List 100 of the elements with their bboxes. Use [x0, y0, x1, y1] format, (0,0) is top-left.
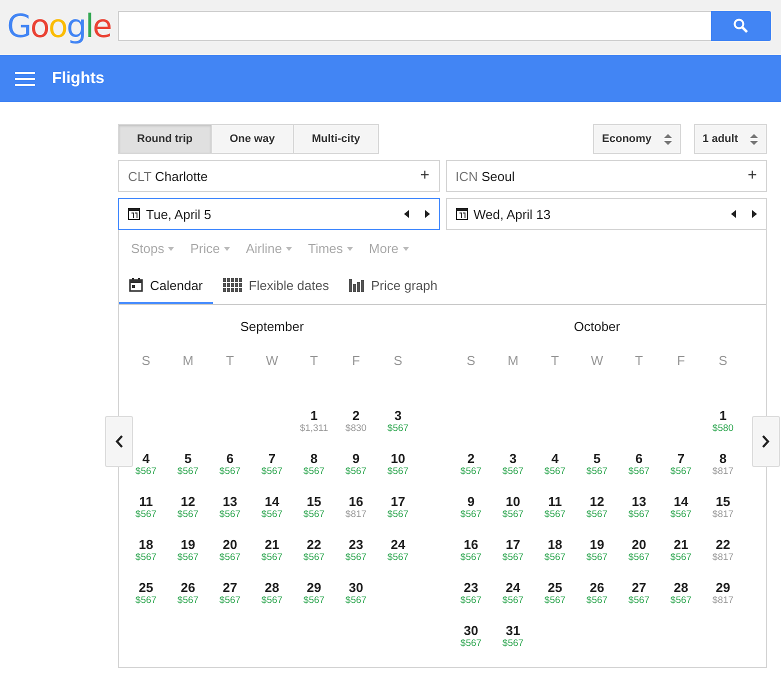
day-number[interactable]: 9 — [467, 494, 475, 509]
day-number[interactable]: 1 — [719, 408, 727, 423]
day-price: $817 — [712, 509, 734, 521]
day-number[interactable]: 6 — [226, 451, 234, 466]
day-number[interactable]: 17 — [506, 537, 520, 552]
previous-date-icon[interactable] — [731, 210, 737, 218]
day-number[interactable]: 3 — [394, 408, 402, 423]
day-number[interactable]: 14 — [264, 494, 280, 509]
day-number[interactable]: 15 — [306, 494, 322, 509]
day-number[interactable]: 2 — [352, 408, 360, 423]
dropdown[interactable]: 1 adult — [694, 124, 767, 154]
day-number[interactable]: 6 — [635, 451, 643, 466]
day-number[interactable]: 25 — [548, 580, 562, 595]
menu-icon[interactable] — [15, 72, 35, 86]
day-number[interactable]: 29 — [306, 580, 322, 595]
day-number[interactable]: 29 — [716, 580, 730, 595]
day-number[interactable]: 1 — [310, 408, 318, 423]
day-price: $567 — [177, 595, 199, 607]
day-number[interactable]: 14 — [674, 494, 688, 509]
day-number[interactable]: 15 — [716, 494, 730, 509]
search-field[interactable] — [118, 11, 711, 41]
day-number[interactable]: 13 — [632, 494, 646, 509]
day-number[interactable]: 20 — [632, 537, 646, 552]
day-number[interactable]: 22 — [716, 537, 730, 552]
day-number[interactable]: 5 — [184, 451, 192, 466]
previous-date-icon[interactable] — [404, 210, 410, 218]
day-price: $567 — [502, 595, 524, 607]
chevron-left-icon — [115, 435, 123, 448]
day-number[interactable]: 3 — [509, 451, 517, 466]
day-number[interactable]: 30 — [348, 580, 364, 595]
view-tab[interactable]: Flexible dates — [212, 268, 339, 304]
day-number[interactable]: 4 — [142, 451, 150, 466]
day-number[interactable]: 26 — [180, 580, 196, 595]
view-tab[interactable]: Calendar — [119, 268, 213, 304]
next-date-icon[interactable] — [424, 210, 430, 218]
dropdown[interactable]: Economy — [593, 124, 681, 154]
day-number[interactable]: 19 — [180, 537, 196, 552]
day-price: $567 — [219, 595, 241, 607]
day-number[interactable]: 21 — [264, 537, 280, 552]
day-price: $567 — [544, 509, 566, 521]
day-number[interactable]: 25 — [138, 580, 154, 595]
day-number[interactable]: 11 — [139, 494, 153, 509]
weekday-label: M — [506, 353, 520, 370]
day-number[interactable]: 11 — [548, 494, 562, 509]
day-number[interactable]: 8 — [310, 451, 318, 466]
day-number[interactable]: 10 — [506, 494, 520, 509]
day-number[interactable]: 23 — [464, 580, 478, 595]
day-number[interactable]: 7 — [677, 451, 685, 466]
day-price: $567 — [261, 509, 283, 521]
day-number[interactable]: 28 — [674, 580, 688, 595]
day-number[interactable]: 19 — [590, 537, 604, 552]
day-number[interactable]: 7 — [268, 451, 276, 466]
day-number[interactable]: 21 — [674, 537, 688, 552]
logo-letter: l — [85, 6, 93, 44]
view-tab[interactable]: Price graph — [338, 268, 448, 304]
day-price: $567 — [628, 509, 650, 521]
day-price: $567 — [502, 552, 524, 564]
day-number[interactable]: 31 — [506, 623, 520, 638]
day-number[interactable]: 13 — [222, 494, 238, 509]
trip-type-button[interactable]: Multi-city — [292, 124, 380, 154]
day-number[interactable]: 27 — [632, 580, 646, 595]
day-number[interactable]: 2 — [467, 451, 475, 466]
day-number[interactable]: 20 — [222, 537, 238, 552]
day-number[interactable]: 8 — [719, 451, 727, 466]
day-number[interactable]: 4 — [551, 451, 559, 466]
next-date-icon[interactable] — [751, 210, 757, 218]
day-number[interactable]: 23 — [348, 537, 364, 552]
date-field[interactable]: Tue, April 5 — [118, 198, 440, 230]
airport-field[interactable]: ICN Seoul + — [446, 160, 767, 192]
day-number[interactable]: 18 — [138, 537, 154, 552]
day-price: $567 — [460, 466, 482, 478]
day-number[interactable]: 12 — [590, 494, 604, 509]
search-button[interactable] — [711, 11, 771, 41]
day-number[interactable]: 17 — [390, 494, 406, 509]
add-button[interactable]: + — [748, 167, 757, 185]
day-price: $567 — [261, 466, 283, 478]
day-number[interactable]: 10 — [390, 451, 406, 466]
add-button[interactable]: + — [420, 167, 430, 185]
day-number[interactable]: 28 — [264, 580, 280, 595]
trip-type-button[interactable]: One way — [210, 124, 294, 154]
airport-field[interactable]: CLT Charlotte + — [118, 160, 440, 192]
day-number[interactable]: 16 — [464, 537, 478, 552]
day-number[interactable]: 18 — [548, 537, 562, 552]
date-field[interactable]: Wed, April 13 — [446, 198, 767, 230]
trip-type-button[interactable]: Round trip — [118, 124, 212, 154]
next-month-button[interactable] — [752, 416, 780, 467]
day-price: $567 — [303, 552, 325, 564]
day-number[interactable]: 9 — [352, 451, 360, 466]
day-number[interactable]: 24 — [390, 537, 406, 552]
day-number[interactable]: 12 — [180, 494, 196, 509]
chevron-right-icon — [762, 435, 770, 448]
day-number[interactable]: 22 — [306, 537, 322, 552]
day-number[interactable]: 24 — [506, 580, 520, 595]
previous-month-button[interactable] — [105, 416, 133, 467]
day-number[interactable]: 5 — [593, 451, 601, 466]
day-number[interactable]: 30 — [464, 623, 478, 638]
day-number[interactable]: 26 — [590, 580, 604, 595]
day-number[interactable]: 16 — [348, 494, 364, 509]
sort-caret-icon — [750, 132, 758, 146]
day-number[interactable]: 27 — [222, 580, 238, 595]
